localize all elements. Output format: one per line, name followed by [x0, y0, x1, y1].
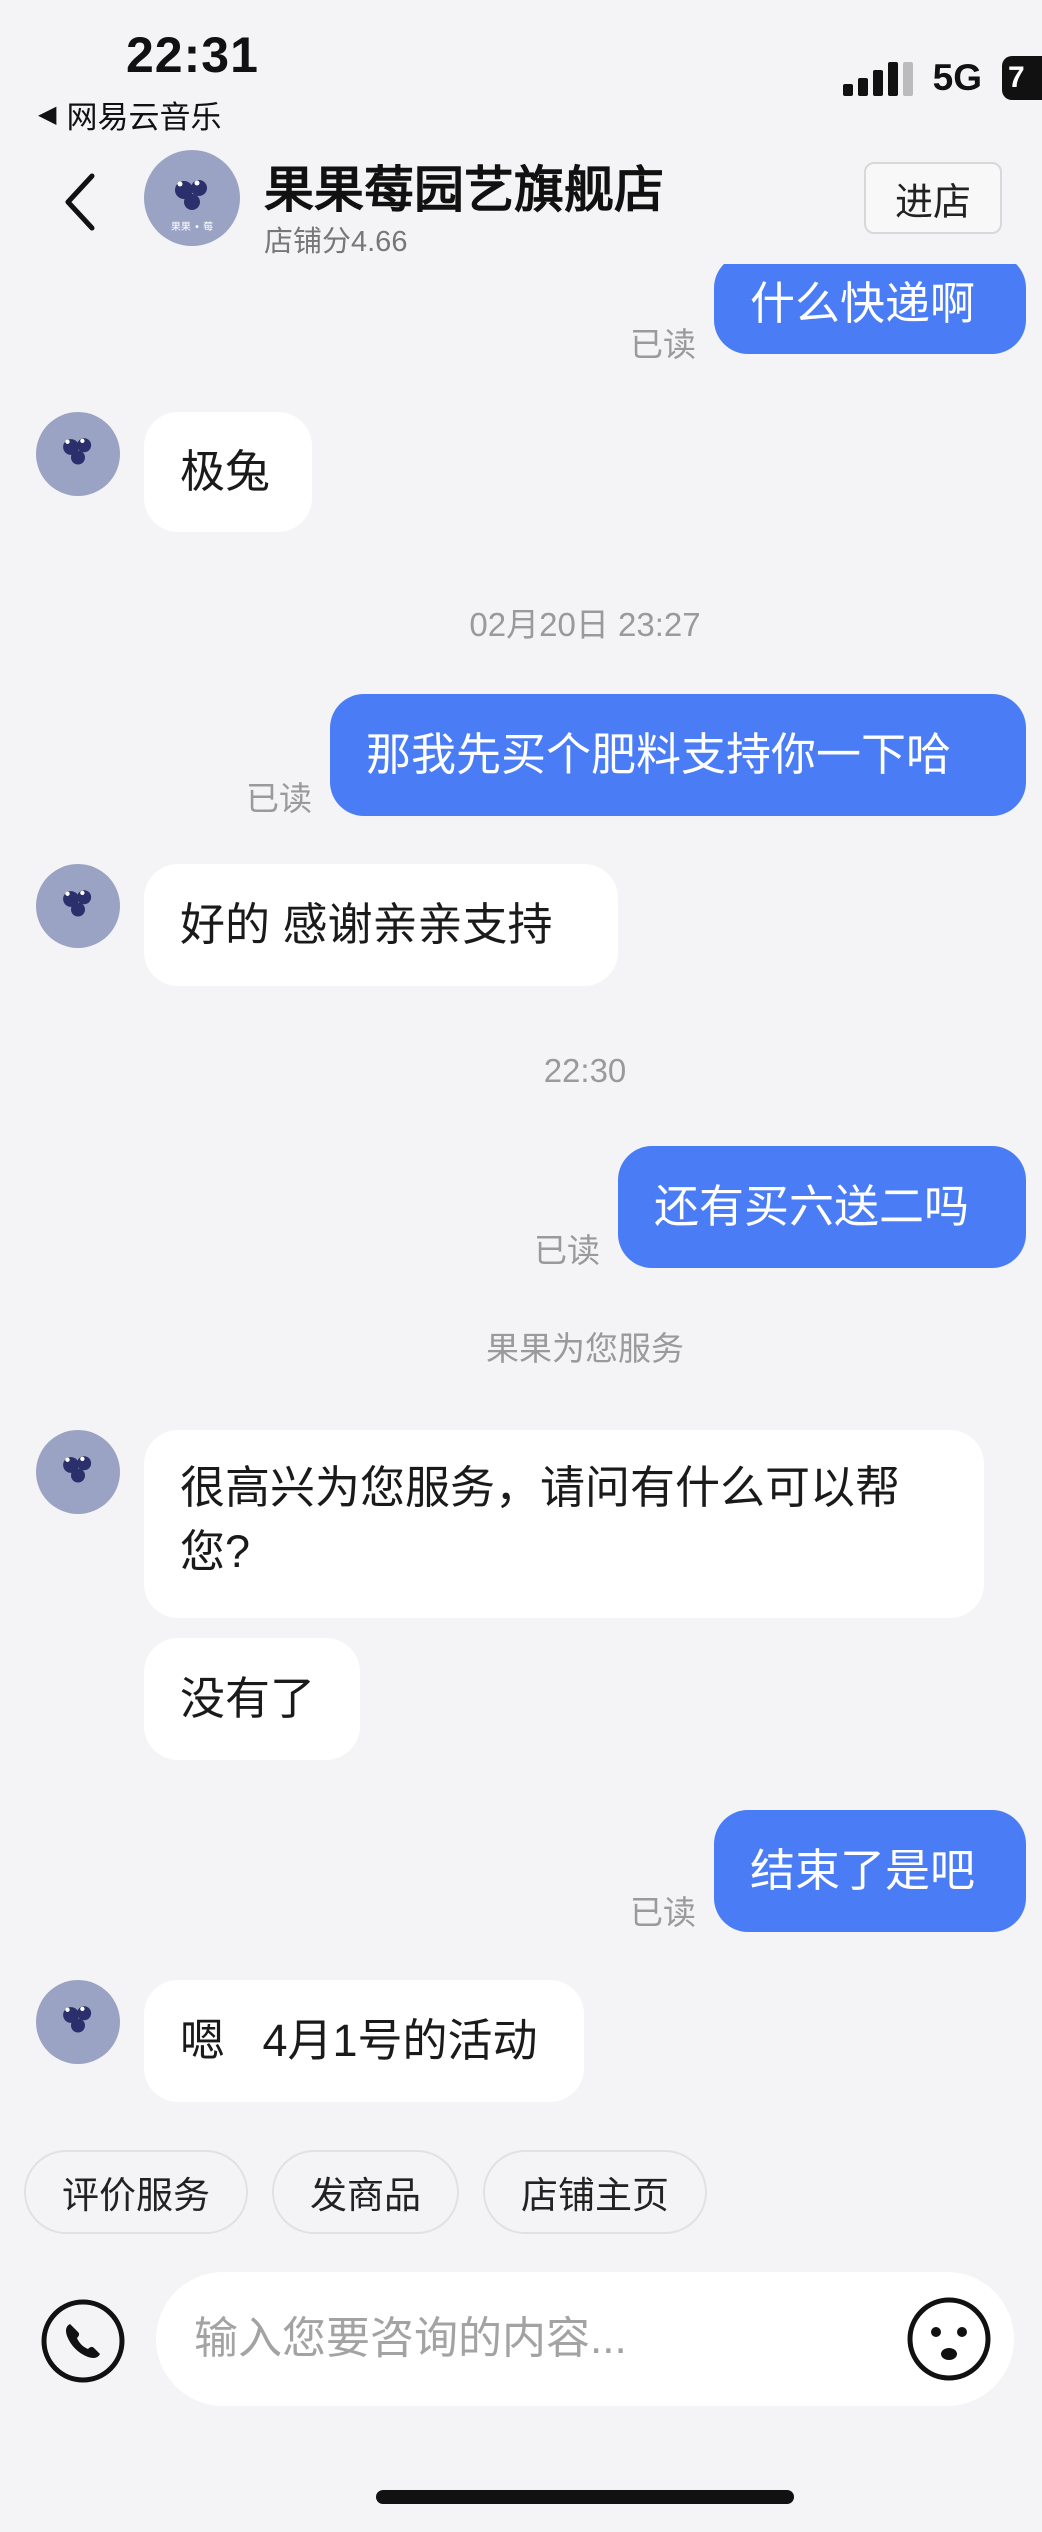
shop-avatar-small[interactable]	[36, 864, 120, 948]
message-input-box[interactable]	[156, 2272, 1014, 2406]
back-to-app[interactable]: ◀ 网易云音乐	[38, 92, 221, 137]
shop-score: 店铺分4.66	[264, 226, 408, 258]
rate-service-chip[interactable]: 评价服务	[24, 2150, 248, 2234]
send-product-chip[interactable]: 发商品	[272, 2150, 459, 2234]
shop-home-chip[interactable]: 店铺主页	[483, 2150, 707, 2234]
service-notice: 果果为您服务	[486, 1330, 684, 1367]
chat-area[interactable]: 已读 什么快递啊 极兔 02月20日 23:27 已读 那我先买个肥料支持你一下…	[0, 264, 1042, 2124]
voice-button[interactable]	[40, 2298, 126, 2384]
message-bubble-sent[interactable]: 那我先买个肥料支持你一下哈	[330, 694, 1026, 816]
message-bubble-sent[interactable]: 结束了是吧	[714, 1810, 1026, 1932]
signal-icon	[842, 60, 913, 96]
timestamp: 22:30	[543, 1052, 627, 1089]
back-button[interactable]	[56, 170, 106, 234]
message-bubble-received[interactable]: 嗯 4月1号的活动	[144, 1980, 584, 2102]
read-status: 已读	[630, 326, 696, 363]
message-bubble-received[interactable]: 没有了	[144, 1638, 360, 1760]
message-bubble-received[interactable]: 好的 感谢亲亲支持	[144, 864, 618, 986]
read-status: 已读	[246, 780, 312, 817]
shop-avatar-small[interactable]	[36, 1430, 120, 1514]
read-status: 已读	[534, 1232, 600, 1269]
shop-avatar-small[interactable]	[36, 412, 120, 496]
message-bubble-sent[interactable]: 还有买六送二吗	[618, 1146, 1026, 1268]
enter-shop-button[interactable]: 进店	[864, 162, 1002, 234]
message-bubble-sent[interactable]: 什么快递啊	[714, 264, 1026, 354]
phone-icon	[41, 2299, 125, 2383]
timestamp: 02月20日 23:27	[469, 606, 701, 643]
quick-actions: 评价服务 发商品 店铺主页	[24, 2150, 707, 2234]
shop-name: 果果莓园艺旗舰店	[264, 162, 664, 218]
shop-avatar-small[interactable]	[36, 1980, 120, 2064]
read-status: 已读	[630, 1894, 696, 1931]
back-app-label: 网易云音乐	[66, 100, 222, 135]
battery-icon: 7	[1002, 56, 1042, 100]
smiley-icon	[907, 2297, 991, 2381]
chevron-left-icon	[65, 173, 95, 231]
status-indicators: 5G 7	[842, 56, 1042, 100]
message-input[interactable]	[194, 2272, 874, 2406]
avatar-logo-text: 果果 • 莓	[171, 221, 213, 233]
status-time: 22:31	[126, 27, 259, 83]
chat-header: 果果 • 莓 果果莓园艺旗舰店 店铺分4.66 进店	[0, 140, 1042, 264]
battery-level: 7	[1008, 61, 1025, 94]
message-bubble-received[interactable]: 很高兴为您服务，请问有什么可以帮您?	[144, 1430, 984, 1618]
shop-avatar[interactable]: 果果 • 莓	[144, 150, 240, 246]
triangle-left-icon: ◀	[38, 101, 57, 128]
network-label: 5G	[932, 57, 982, 98]
message-bubble-received[interactable]: 极兔	[144, 412, 312, 532]
home-indicator[interactable]	[376, 2490, 794, 2504]
emoji-button[interactable]	[906, 2296, 992, 2382]
